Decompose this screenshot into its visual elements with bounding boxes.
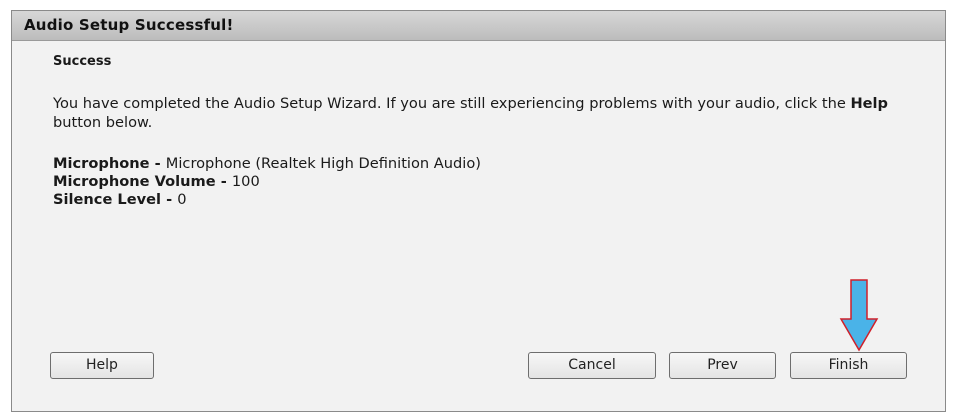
detail-label: Silence Level - (53, 191, 178, 208)
down-arrow-icon (839, 279, 879, 352)
dialog-titlebar: Audio Setup Successful! (12, 11, 945, 41)
detail-value: 0 (177, 191, 187, 208)
detail-row-silence-level: Silence Level - 0 (53, 191, 481, 209)
success-heading: Success (53, 54, 112, 69)
prev-button[interactable]: Prev (669, 352, 776, 379)
audio-details: Microphone - Microphone (Realtek High De… (53, 155, 481, 209)
help-button[interactable]: Help (50, 352, 154, 379)
dialog-title: Audio Setup Successful! (24, 16, 234, 34)
detail-row-microphone-volume: Microphone Volume - 100 (53, 173, 481, 191)
cancel-button[interactable]: Cancel (528, 352, 656, 379)
completion-message-help-bold: Help (850, 95, 888, 112)
detail-label: Microphone Volume - (53, 173, 232, 190)
detail-label: Microphone - (53, 155, 166, 172)
completion-message-text-1: You have completed the Audio Setup Wizar… (53, 95, 851, 112)
detail-row-microphone: Microphone - Microphone (Realtek High De… (53, 155, 481, 173)
detail-value: 100 (231, 173, 260, 190)
dialog-content: Success You have completed the Audio Set… (53, 54, 923, 208)
detail-value: Microphone (Realtek High Definition Audi… (165, 155, 481, 172)
completion-message: You have completed the Audio Setup Wizar… (53, 94, 913, 132)
completion-message-text-2: button below. (53, 114, 153, 131)
finish-button[interactable]: Finish (790, 352, 907, 379)
